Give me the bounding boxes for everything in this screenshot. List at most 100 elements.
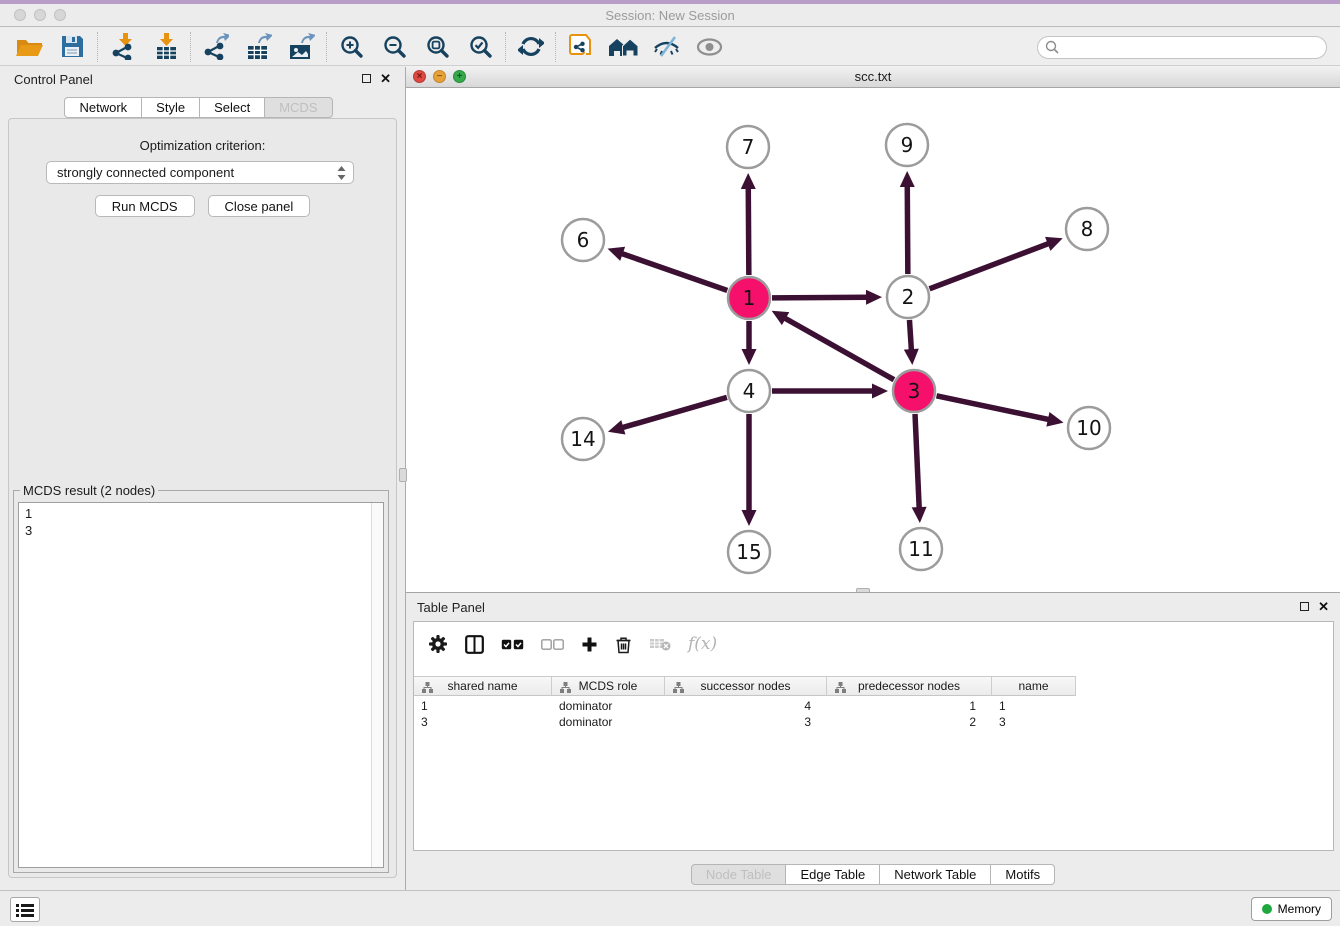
network-graph: 1234678910111415: [406, 89, 1340, 592]
table-header-row: shared name MCDS role successor nodes pr…: [414, 676, 1076, 696]
graph-node-label: 10: [1076, 416, 1101, 440]
graph-edge-2-3[interactable]: [909, 320, 911, 352]
column-type-icon: [835, 682, 846, 696]
clone-network-icon[interactable]: [559, 30, 602, 64]
optimization-criterion-label: Optimization criterion:: [9, 138, 396, 153]
memory-status-icon: [1262, 904, 1272, 914]
tab-motifs[interactable]: Motifs: [990, 864, 1055, 885]
zoom-in-icon[interactable]: [330, 30, 373, 64]
apply-layout-icon[interactable]: [509, 30, 552, 64]
column-header-predecessor-nodes[interactable]: predecessor nodes: [827, 677, 992, 696]
close-panel-icon[interactable]: ✕: [380, 73, 391, 84]
graph-node-label: 7: [742, 135, 755, 159]
select-columns-icon[interactable]: [465, 635, 484, 654]
tab-edge-table[interactable]: Edge Table: [785, 864, 880, 885]
export-table-icon[interactable]: [237, 30, 280, 64]
task-history-button[interactable]: [10, 897, 40, 922]
close-table-panel-icon[interactable]: ✕: [1318, 601, 1329, 612]
result-scrollbar[interactable]: [371, 503, 383, 867]
graph-edge-1-6[interactable]: [620, 253, 727, 291]
graph-edge-1-7[interactable]: [748, 186, 749, 275]
table-panel: Table Panel ✕: [406, 592, 1340, 890]
table-cell: dominator: [552, 699, 665, 713]
open-file-icon[interactable]: [8, 30, 51, 64]
column-header-shared-name[interactable]: shared name: [414, 677, 552, 696]
application-window: Session: New Session: [0, 0, 1340, 926]
run-mcds-button[interactable]: Run MCDS: [95, 195, 195, 217]
graph-node-label: 11: [908, 537, 933, 561]
column-header-successor-nodes[interactable]: successor nodes: [665, 677, 827, 696]
graph-edge-3-1[interactable]: [783, 317, 894, 380]
zoom-out-icon[interactable]: [373, 30, 416, 64]
float-table-panel-icon[interactable]: [1300, 602, 1309, 611]
add-column-icon[interactable]: [581, 636, 598, 653]
graph-node-label: 4: [743, 379, 756, 403]
tab-style[interactable]: Style: [141, 97, 200, 118]
graph-edge-2-8[interactable]: [930, 243, 1051, 289]
column-header-mcds-role[interactable]: MCDS role: [552, 677, 665, 696]
node-table-container: f(x) shared name MCDS role successor nod…: [413, 621, 1334, 851]
fit-content-icon[interactable]: [416, 30, 459, 64]
splitter-handle-vertical[interactable]: [399, 468, 407, 482]
tab-mcds[interactable]: MCDS: [264, 97, 332, 118]
table-row[interactable]: 1dominator411: [414, 698, 1333, 714]
toolbar-separator: [555, 32, 556, 62]
hide-graphics-details-icon[interactable]: [645, 30, 688, 64]
result-line: 1: [25, 505, 383, 522]
graph-node-label: 2: [902, 285, 915, 309]
float-panel-icon[interactable]: [362, 74, 371, 83]
save-session-icon[interactable]: [51, 30, 94, 64]
tab-node-table[interactable]: Node Table: [691, 864, 787, 885]
optimization-criterion-select[interactable]: strongly connected component: [46, 161, 354, 184]
graph-edge-arrowhead: [741, 173, 756, 189]
close-panel-button[interactable]: Close panel: [208, 195, 311, 217]
graph-edge-arrowhead: [912, 507, 927, 523]
network-window-titlebar[interactable]: × − + scc.txt: [406, 66, 1340, 88]
column-type-icon: [673, 682, 684, 696]
result-line: 3: [25, 522, 383, 539]
select-all-icon[interactable]: [501, 639, 524, 650]
import-table-icon[interactable]: [144, 30, 187, 64]
search-field-wrap: [1037, 36, 1327, 59]
graph-edge-arrowhead: [1046, 412, 1063, 427]
mcds-result-title: MCDS result (2 nodes): [20, 483, 158, 498]
show-graphics-details-icon[interactable]: [688, 30, 731, 64]
search-icon: [1045, 40, 1060, 60]
table-cell: 4: [665, 699, 827, 713]
show-home-icon[interactable]: [602, 30, 645, 64]
export-image-icon[interactable]: [280, 30, 323, 64]
delete-column-icon[interactable]: [615, 635, 632, 654]
graph-edge-2-9[interactable]: [907, 184, 908, 274]
select-stepper-icon: [337, 166, 346, 183]
mcds-result-list[interactable]: 1 3: [18, 502, 384, 868]
search-input[interactable]: [1037, 36, 1327, 59]
column-header-name[interactable]: name: [992, 677, 1076, 696]
graph-edge-arrowhead: [904, 349, 919, 365]
zoom-selected-icon[interactable]: [459, 30, 502, 64]
graph-edge-arrowhead: [742, 510, 757, 526]
control-panel: Control Panel ✕ Network Style Select MCD…: [0, 67, 406, 890]
memory-button[interactable]: Memory: [1251, 897, 1332, 921]
mcds-panel: Optimization criterion: strongly connect…: [8, 118, 397, 878]
table-cell: 3: [414, 715, 552, 729]
tab-network[interactable]: Network: [64, 97, 142, 118]
table-cell: 1: [414, 699, 552, 713]
table-row[interactable]: 3dominator323: [414, 714, 1333, 730]
graph-edge-4-14[interactable]: [620, 397, 726, 428]
delete-table-icon[interactable]: [649, 637, 671, 652]
graph-edge-3-11[interactable]: [915, 414, 919, 510]
main-toolbar: [0, 28, 1340, 66]
table-tabs: Node Table Edge Table Network Table Moti…: [406, 864, 1340, 885]
graph-edge-1-2[interactable]: [772, 297, 869, 298]
import-network-icon[interactable]: [101, 30, 144, 64]
deselect-all-icon[interactable]: [541, 639, 564, 650]
graph-edge-3-10[interactable]: [937, 396, 1051, 420]
network-window-title: scc.txt: [406, 69, 1340, 84]
export-network-icon[interactable]: [194, 30, 237, 64]
tab-network-table[interactable]: Network Table: [879, 864, 991, 885]
function-builder-icon[interactable]: f(x): [688, 634, 717, 654]
network-view-window: × − + scc.txt 1234678910111415: [406, 66, 1340, 592]
table-settings-icon[interactable]: [428, 634, 448, 654]
network-canvas[interactable]: 1234678910111415: [406, 89, 1340, 592]
tab-select[interactable]: Select: [199, 97, 265, 118]
